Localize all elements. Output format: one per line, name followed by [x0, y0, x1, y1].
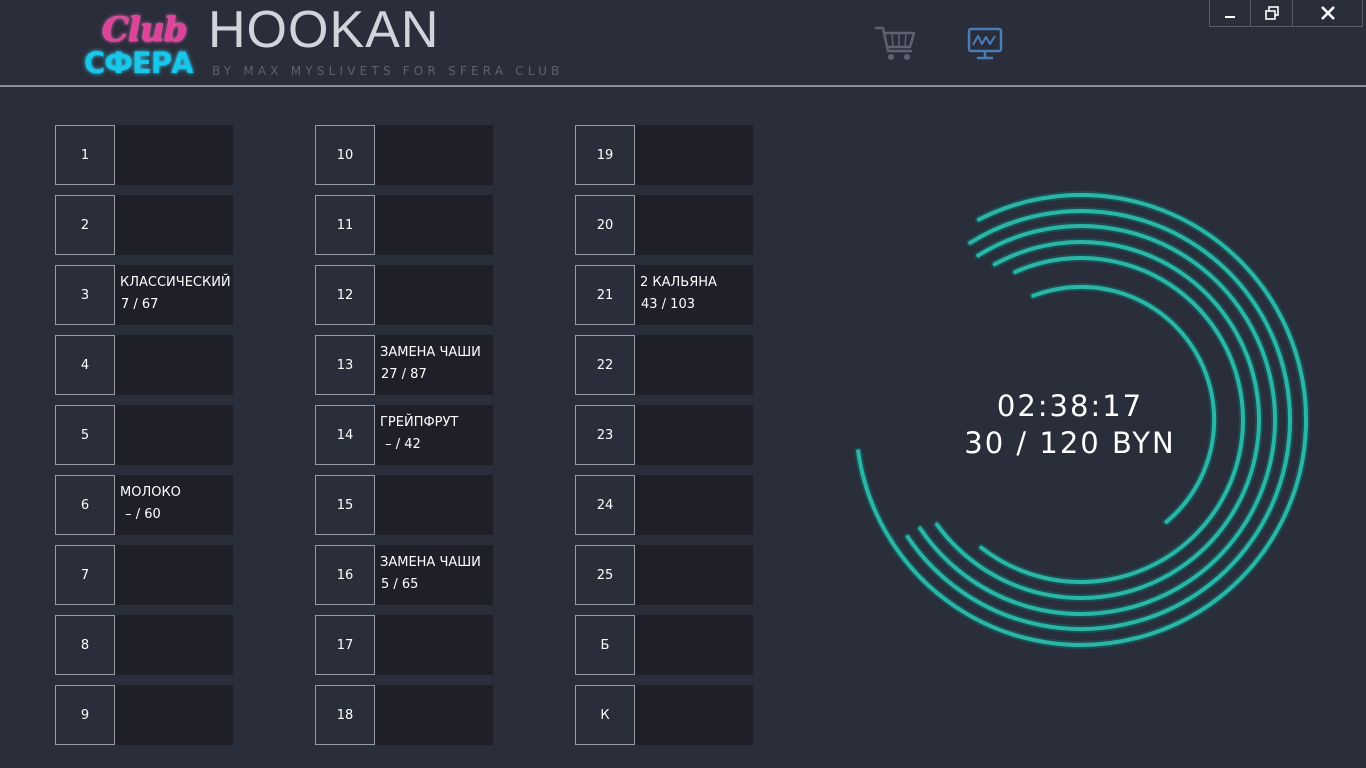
table-cell[interactable]: 24: [575, 475, 753, 535]
table-cell[interactable]: 25: [575, 545, 753, 605]
table-cell[interactable]: 8: [55, 615, 233, 675]
table-number-button[interactable]: 12: [315, 265, 375, 325]
table-cell[interactable]: 15: [315, 475, 493, 535]
table-number-button[interactable]: Б: [575, 615, 635, 675]
table-order-price: 27 / 87: [381, 367, 427, 382]
table-number-button[interactable]: 1: [55, 125, 115, 185]
table-cell[interactable]: 7: [55, 545, 233, 605]
table-number-button[interactable]: 8: [55, 615, 115, 675]
table-cell[interactable]: 18: [315, 685, 493, 745]
restore-button[interactable]: [1251, 0, 1293, 27]
table-cell[interactable]: 4: [55, 335, 233, 395]
table-order-price: – / 42: [381, 437, 421, 452]
table-order-price: 43 / 103: [641, 297, 695, 312]
table-cell[interactable]: 12: [315, 265, 493, 325]
table-cell[interactable]: 11: [315, 195, 493, 255]
table-cell[interactable]: К: [575, 685, 753, 745]
logo-club-text: Club: [102, 10, 187, 50]
table-number-button[interactable]: 25: [575, 545, 635, 605]
session-total: 30 / 120 BYN: [964, 426, 1176, 460]
table-cell[interactable]: ЗАМЕНА ЧАШИ 27 / 87 13: [315, 335, 493, 395]
table-number-button[interactable]: 14: [315, 405, 375, 465]
table-number-button[interactable]: 22: [575, 335, 635, 395]
app-subtitle: BY MAX MYSLIVETS FOR SFERA CLUB: [212, 64, 564, 78]
table-number-button[interactable]: 9: [55, 685, 115, 745]
table-number-button[interactable]: 24: [575, 475, 635, 535]
club-sfera-logo: Club СФЕРА: [82, 8, 194, 80]
table-number-button[interactable]: 2: [55, 195, 115, 255]
table-cell[interactable]: 19: [575, 125, 753, 185]
close-icon: [1320, 6, 1335, 20]
table-number-button[interactable]: 6: [55, 475, 115, 535]
table-cell[interactable]: 17: [315, 615, 493, 675]
table-cell[interactable]: Б: [575, 615, 753, 675]
close-button[interactable]: [1293, 0, 1363, 27]
cart-button[interactable]: [874, 22, 918, 64]
table-order-price: 5 / 65: [381, 577, 419, 592]
table-cell[interactable]: 9: [55, 685, 233, 745]
table-number-button[interactable]: 4: [55, 335, 115, 395]
minimize-icon: [1225, 16, 1235, 18]
table-cell[interactable]: МОЛОКО – / 60 6: [55, 475, 233, 535]
table-number-button[interactable]: 16: [315, 545, 375, 605]
table-cell[interactable]: 1: [55, 125, 233, 185]
table-number-button[interactable]: 21: [575, 265, 635, 325]
table-number-button[interactable]: 10: [315, 125, 375, 185]
table-cell[interactable]: ГРЕЙПФРУТ – / 42 14: [315, 405, 493, 465]
table-number-button[interactable]: 13: [315, 335, 375, 395]
table-cell[interactable]: КЛАССИЧЕСКИЙ 7 / 67 3: [55, 265, 233, 325]
table-order-name: 2 КАЛЬЯНА: [640, 275, 717, 290]
header-divider: [0, 85, 1366, 87]
statistics-monitor-button[interactable]: [964, 24, 1006, 62]
table-number-button[interactable]: 18: [315, 685, 375, 745]
window-controls: [1209, 0, 1363, 28]
table-number-button[interactable]: 5: [55, 405, 115, 465]
table-number-button[interactable]: 20: [575, 195, 635, 255]
restore-icon: [1264, 6, 1279, 20]
table-order-name: ЗАМЕНА ЧАШИ: [380, 555, 481, 570]
table-order-price: 7 / 67: [121, 297, 159, 312]
table-number-button[interactable]: 17: [315, 615, 375, 675]
table-cell[interactable]: 2: [55, 195, 233, 255]
table-order-name: ГРЕЙПФРУТ: [380, 415, 459, 430]
table-order-price: – / 60: [121, 507, 161, 522]
table-cell[interactable]: 10: [315, 125, 493, 185]
app-title: HOOKAN: [208, 1, 440, 59]
table-order-name: КЛАССИЧЕСКИЙ: [120, 275, 231, 290]
table-number-button[interactable]: 11: [315, 195, 375, 255]
cart-icon: [874, 26, 916, 60]
monitor-chart-icon: [967, 27, 1003, 60]
logo-sfera-text: СФЕРА: [84, 46, 194, 80]
session-timer: 02:38:17: [996, 389, 1144, 423]
table-cell[interactable]: 2 КАЛЬЯНА 43 / 103 21: [575, 265, 753, 325]
table-order-name: МОЛОКО: [120, 485, 181, 500]
table-cell[interactable]: 20: [575, 195, 753, 255]
table-number-button[interactable]: 19: [575, 125, 635, 185]
table-number-button[interactable]: К: [575, 685, 635, 745]
table-cell[interactable]: 5: [55, 405, 233, 465]
table-cell[interactable]: 23: [575, 405, 753, 465]
table-cell[interactable]: ЗАМЕНА ЧАШИ 5 / 65 16: [315, 545, 493, 605]
table-number-button[interactable]: 23: [575, 405, 635, 465]
table-number-button[interactable]: 7: [55, 545, 115, 605]
table-cell[interactable]: 22: [575, 335, 753, 395]
table-order-name: ЗАМЕНА ЧАШИ: [380, 345, 481, 360]
minimize-button[interactable]: [1209, 0, 1251, 27]
header: Club СФЕРА HOOKAN BY MAX MYSLIVETS FOR S…: [0, 0, 1366, 85]
table-number-button[interactable]: 15: [315, 475, 375, 535]
table-number-button[interactable]: 3: [55, 265, 115, 325]
